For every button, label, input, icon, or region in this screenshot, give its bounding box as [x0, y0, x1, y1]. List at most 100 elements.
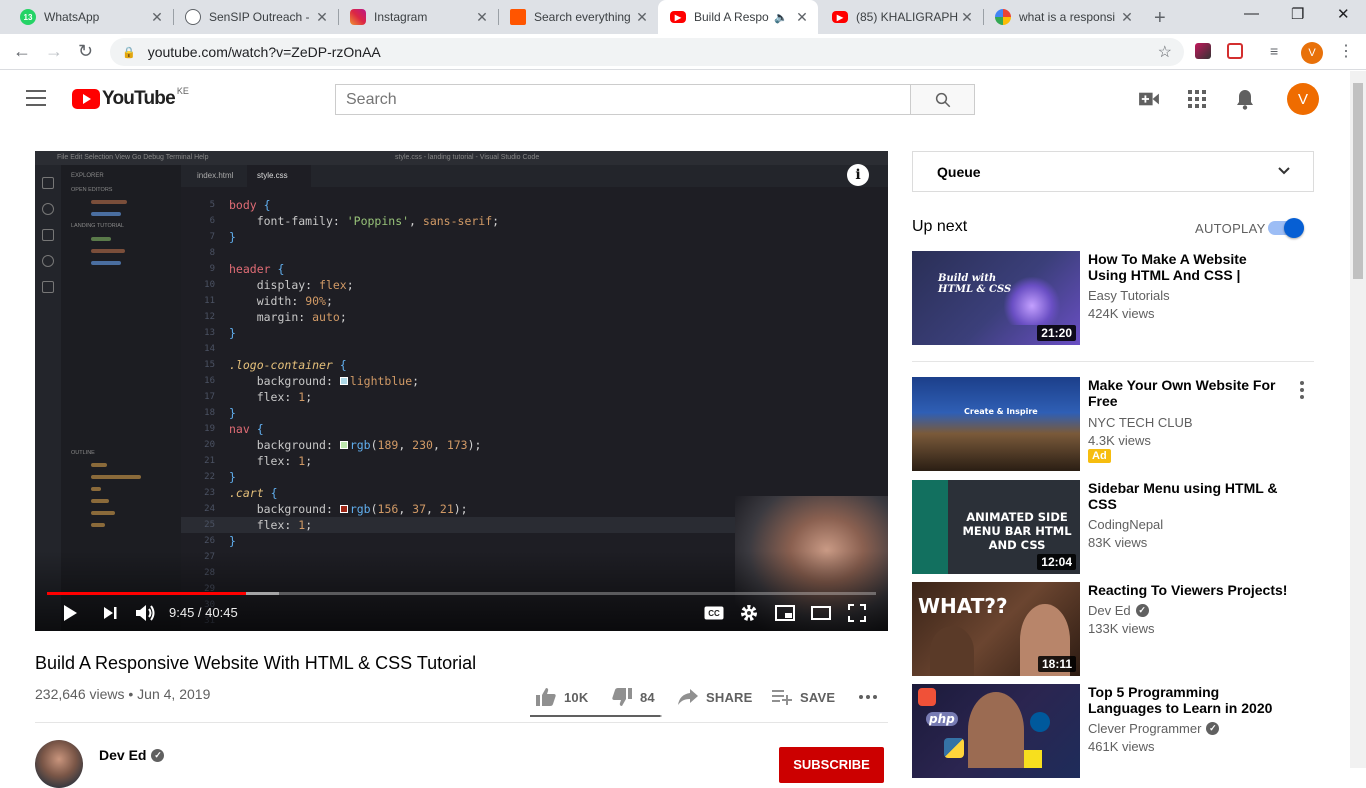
more-actions-button[interactable] — [858, 686, 886, 708]
media-queue-icon[interactable]: ≡ — [1270, 43, 1278, 59]
recommendation-item-ad[interactable]: Create & Inspire Make Your Own Website F… — [912, 377, 1312, 471]
scrollbar-thumb[interactable] — [1353, 83, 1363, 279]
search-button[interactable] — [910, 84, 975, 115]
tab-close-icon[interactable]: ✕ — [314, 9, 330, 26]
recommendation-item[interactable]: WHAT?? 18:11 Reacting To Viewers Project… — [912, 582, 1312, 676]
settings-button[interactable] — [738, 602, 760, 624]
theater-mode-button[interactable] — [810, 602, 832, 624]
tab-youtube-khaligraph[interactable]: ▶ (85) KHALIGRAPH ✕ — [820, 0, 983, 34]
tab-close-icon[interactable]: ✕ — [149, 9, 165, 26]
window-close-icon[interactable]: ✕ — [1337, 5, 1350, 23]
create-video-icon[interactable] — [1137, 87, 1161, 111]
chevron-down-icon[interactable] — [1277, 164, 1291, 178]
new-tab-plus-icon[interactable]: + — [1154, 7, 1166, 30]
video-thumbnail[interactable]: ANIMATED SIDE MENU BAR HTML AND CSS 12:0… — [912, 480, 1080, 574]
browser-profile-avatar[interactable]: V — [1301, 42, 1323, 64]
like-button[interactable]: 10K — [536, 686, 588, 708]
channel-avatar[interactable] — [35, 740, 83, 788]
address-bar[interactable]: 🔒 youtube.com/watch?v=ZeDP-rzOnAA ☆ — [110, 38, 1184, 66]
toggle-knob[interactable] — [1284, 218, 1304, 238]
tab-soundcloud[interactable]: Search everything ✕ — [498, 0, 658, 34]
recommendation-item[interactable]: Build with HTML & CSS 21:20 How To Make … — [912, 251, 1312, 345]
playlist-add-icon — [772, 690, 792, 705]
tab-close-icon[interactable]: ✕ — [959, 9, 975, 26]
subscribe-button[interactable]: SUBSCRIBE — [779, 747, 884, 783]
queue-panel-header[interactable]: Queue — [912, 151, 1314, 192]
tab-close-icon[interactable]: ✕ — [1119, 9, 1135, 26]
speaker-icon[interactable]: 🔈 — [774, 11, 788, 24]
video-thumbnail[interactable]: php — [912, 684, 1080, 778]
apps-grid-icon[interactable] — [1185, 87, 1209, 111]
lock-icon[interactable]: 🔒 — [122, 46, 136, 59]
video-thumbnail[interactable]: WHAT?? 18:11 — [912, 582, 1080, 676]
next-button[interactable] — [99, 602, 121, 624]
page-scrollbar[interactable] — [1350, 71, 1366, 768]
more-horizontal-icon — [859, 695, 877, 699]
video-meta: 232,646 views • Jun 4, 2019 — [35, 686, 211, 702]
recommendation-item[interactable]: ANIMATED SIDE MENU BAR HTML AND CSS 12:0… — [912, 480, 1312, 574]
google-icon — [995, 9, 1011, 25]
time-display: 9:45 / 40:45 — [169, 605, 238, 620]
verified-check-icon: ✓ — [1206, 722, 1220, 735]
python-logo-icon — [944, 738, 964, 758]
tab-whatsapp[interactable]: 13 WhatsApp ✕ — [8, 0, 173, 34]
thumbs-down-icon — [612, 688, 632, 706]
extension-off-icon[interactable] — [1195, 43, 1211, 59]
tab-instagram[interactable]: Instagram ✕ — [338, 0, 498, 34]
thumbnail-caption: ANIMATED SIDE MENU BAR HTML AND CSS — [962, 510, 1072, 552]
theater-icon — [811, 606, 831, 620]
cpp-logo-icon — [1030, 712, 1050, 732]
tab-youtube-current[interactable]: ▶ Build A Respo 🔈 ✕ — [658, 0, 818, 34]
recommendation-item[interactable]: php Top 5 Programming Languages to Learn… — [912, 684, 1312, 778]
autoplay-label: AUTOPLAY — [1195, 221, 1266, 236]
captions-button[interactable]: CC — [703, 602, 725, 624]
bookmark-star-icon[interactable]: ☆ — [1158, 42, 1172, 62]
tab-google-search[interactable]: what is a responsi ✕ — [983, 0, 1143, 34]
notifications-bell-icon[interactable] — [1233, 87, 1257, 111]
youtube-logo[interactable]: YouTube KE — [72, 86, 189, 110]
progress-played — [47, 592, 246, 595]
youtube-header: YouTube KE Search V — [0, 71, 1350, 127]
minimize-icon[interactable]: — — [1244, 5, 1259, 22]
gear-icon — [741, 605, 757, 621]
share-button[interactable]: SHARE — [678, 686, 753, 708]
swift-logo-icon — [918, 688, 936, 706]
face-left — [930, 626, 974, 676]
tab-close-icon[interactable]: ✕ — [474, 9, 490, 26]
reload-icon[interactable]: ↻ — [78, 41, 93, 62]
autoplay-toggle[interactable] — [1268, 218, 1304, 238]
sidebar-menu-mock — [912, 480, 948, 574]
video-info-icon[interactable]: i — [847, 164, 869, 186]
tab-close-icon[interactable]: ✕ — [634, 9, 650, 26]
account-avatar[interactable]: V — [1287, 83, 1319, 115]
verified-check-icon: ✓ — [1135, 604, 1149, 617]
fullscreen-button[interactable] — [846, 602, 868, 624]
miniplayer-button[interactable] — [774, 602, 796, 624]
miniplayer-icon — [775, 605, 795, 621]
info-divider — [35, 722, 888, 723]
browser-menu-icon[interactable]: ⋮ — [1338, 41, 1354, 61]
video-progress-bar[interactable] — [47, 592, 876, 595]
play-button[interactable] — [59, 602, 81, 624]
up-next-heading: Up next — [912, 218, 968, 235]
search-input[interactable]: Search — [335, 84, 911, 115]
fullscreen-icon — [848, 604, 866, 622]
forward-arrow-icon[interactable]: → — [45, 41, 63, 62]
tab-close-icon[interactable]: ✕ — [794, 9, 810, 26]
video-player[interactable]: File Edit Selection View Go Debug Termin… — [35, 151, 888, 631]
dislike-button[interactable]: 84 — [612, 686, 655, 708]
tab-sensip[interactable]: SenSIP Outreach - ✕ — [173, 0, 338, 34]
video-thumbnail[interactable]: Build with HTML & CSS 21:20 — [912, 251, 1080, 345]
hamburger-menu-icon[interactable] — [26, 90, 46, 106]
controls-gradient — [35, 551, 888, 631]
more-vertical-icon[interactable] — [1300, 381, 1304, 402]
js-logo-icon — [1024, 750, 1042, 768]
extension-shield-icon[interactable] — [1227, 43, 1243, 59]
restore-icon[interactable]: ❐ — [1291, 5, 1304, 23]
save-button[interactable]: SAVE — [772, 686, 835, 708]
video-thumbnail[interactable]: Create & Inspire — [912, 377, 1080, 471]
channel-name[interactable]: Dev Ed ✓ — [99, 747, 165, 763]
back-arrow-icon[interactable]: ← — [13, 41, 31, 62]
globe-icon — [185, 9, 201, 25]
mute-button[interactable] — [133, 602, 159, 624]
